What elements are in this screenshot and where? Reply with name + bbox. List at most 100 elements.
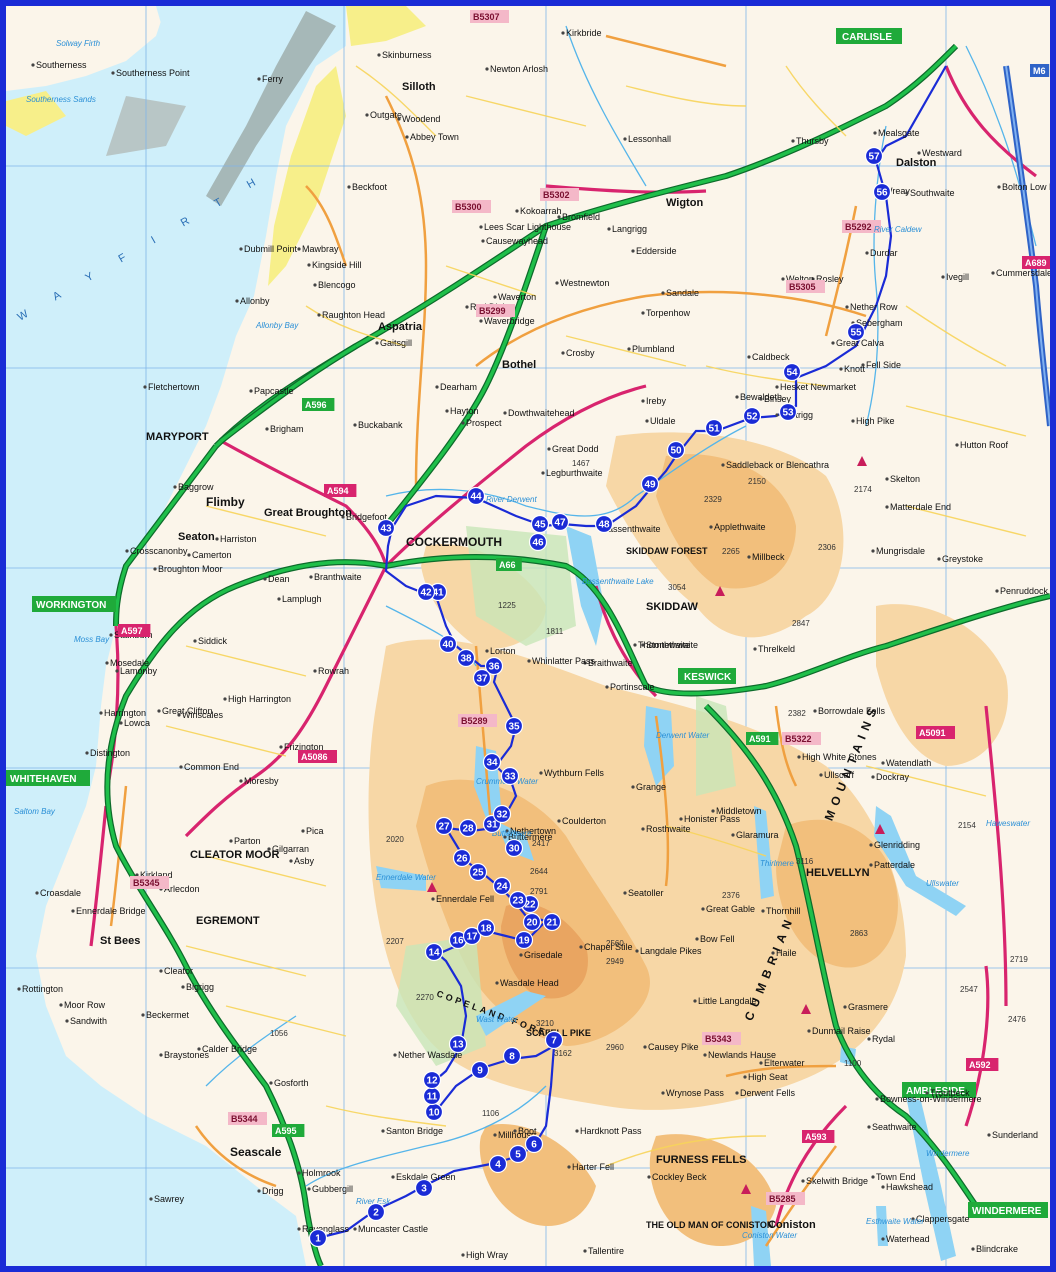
waypoint-marker[interactable]: 8 bbox=[502, 1046, 522, 1066]
furness-fells-label: FURNESS FELLS bbox=[656, 1154, 746, 1166]
town-label-carlisle[interactable]: CARLISLE bbox=[836, 28, 902, 44]
place-dot bbox=[871, 1175, 875, 1179]
place-dot bbox=[647, 1175, 651, 1179]
waypoint-marker[interactable]: 14 bbox=[424, 942, 444, 962]
place-dot bbox=[31, 63, 35, 67]
waypoint-marker[interactable]: 47 bbox=[550, 512, 570, 532]
waypoint-number: 23 bbox=[512, 896, 524, 907]
waypoint-marker[interactable]: 38 bbox=[456, 648, 476, 668]
place-dot bbox=[119, 721, 123, 725]
waypoint-number: 18 bbox=[480, 924, 492, 935]
waypoint-marker[interactable]: 28 bbox=[458, 818, 478, 838]
place-label: Plumbland bbox=[632, 344, 675, 354]
lake-district-map[interactable]: W A Y F I R T H CUMBRIAN MOUNTAINS COPEL… bbox=[6, 6, 1050, 1266]
waypoint-marker[interactable]: 9 bbox=[470, 1060, 490, 1080]
place-dot bbox=[59, 1003, 63, 1007]
waypoint-marker[interactable]: 32 bbox=[492, 804, 512, 824]
waypoint-number: 52 bbox=[746, 412, 758, 423]
place-coniston: Coniston bbox=[768, 1219, 816, 1231]
map-frame[interactable]: W A Y F I R T H CUMBRIAN MOUNTAINS COPEL… bbox=[4, 4, 1052, 1268]
road-badge: A593 bbox=[802, 1130, 835, 1143]
waypoint-marker[interactable]: 5 bbox=[508, 1144, 528, 1164]
waypoint-marker[interactable]: 12 bbox=[422, 1070, 442, 1090]
waypoint-marker[interactable]: 19 bbox=[514, 930, 534, 950]
road-badge: A595 bbox=[272, 1124, 305, 1137]
waypoint-marker[interactable]: 49 bbox=[640, 474, 660, 494]
waypoint-marker[interactable]: 40 bbox=[438, 634, 458, 654]
waypoint-marker[interactable]: 3 bbox=[414, 1178, 434, 1198]
waypoint-marker[interactable]: 44 bbox=[466, 486, 486, 506]
place-label: Blencogo bbox=[318, 280, 356, 290]
place-dot bbox=[279, 745, 283, 749]
waypoint-marker[interactable]: 50 bbox=[666, 440, 686, 460]
waypoint-marker[interactable]: 24 bbox=[492, 876, 512, 896]
waypoint-marker[interactable]: 46 bbox=[528, 532, 548, 552]
waypoint-marker[interactable]: 6 bbox=[524, 1134, 544, 1154]
town-label-whitehaven[interactable]: WHITEHAVEN bbox=[6, 770, 90, 786]
place-label: Grisedale bbox=[524, 950, 563, 960]
place-seaton: Seaton bbox=[178, 531, 215, 543]
place-label: Broughton Moor bbox=[158, 564, 223, 574]
town-label-windermere[interactable]: WINDERMERE bbox=[968, 1202, 1048, 1218]
waypoint-marker[interactable]: 21 bbox=[542, 912, 562, 932]
waypoint-marker[interactable]: 54 bbox=[782, 362, 802, 382]
place-label: Great Dodd bbox=[552, 444, 599, 454]
waypoint-marker[interactable]: 2 bbox=[366, 1202, 386, 1222]
place-dot bbox=[701, 907, 705, 911]
waypoint-marker[interactable]: 1 bbox=[308, 1228, 328, 1248]
water-label: Allonby Bay bbox=[255, 321, 299, 330]
waypoint-marker[interactable]: 52 bbox=[742, 406, 762, 426]
waypoint-marker[interactable]: 57 bbox=[864, 146, 884, 166]
waypoint-marker[interactable]: 45 bbox=[530, 514, 550, 534]
place-label: Muncaster Castle bbox=[358, 1224, 428, 1234]
svg-text:A5091: A5091 bbox=[919, 728, 946, 738]
waypoint-marker[interactable]: 7 bbox=[544, 1030, 564, 1050]
waypoint-marker[interactable]: 4 bbox=[488, 1154, 508, 1174]
place-dot bbox=[105, 661, 109, 665]
waypoint-marker[interactable]: 42 bbox=[416, 582, 436, 602]
spot-height: 1106 bbox=[482, 1109, 500, 1118]
place-dot bbox=[579, 945, 583, 949]
waypoint-marker[interactable]: 27 bbox=[434, 816, 454, 836]
waypoint-marker[interactable]: 33 bbox=[500, 766, 520, 786]
waypoint-marker[interactable]: 13 bbox=[448, 1034, 468, 1054]
town-label-keswick[interactable]: KESWICK bbox=[678, 668, 736, 684]
waypoint-marker[interactable]: 25 bbox=[468, 862, 488, 882]
place-dot bbox=[141, 1013, 145, 1017]
place-label: Southerness Point bbox=[116, 68, 190, 78]
waypoint-number: 4 bbox=[495, 1160, 501, 1171]
place-dot bbox=[187, 553, 191, 557]
waypoint-marker[interactable]: 11 bbox=[422, 1086, 442, 1106]
waypoint-marker[interactable]: 26 bbox=[452, 848, 472, 868]
waypoint-marker[interactable]: 37 bbox=[472, 668, 492, 688]
waypoint-marker[interactable]: 53 bbox=[778, 402, 798, 422]
place-label: Dunmail Raise bbox=[812, 1026, 871, 1036]
town-label-workington[interactable]: WORKINGTON bbox=[32, 596, 116, 612]
waypoint-marker[interactable]: 20 bbox=[522, 912, 542, 932]
waypoint-marker[interactable]: 51 bbox=[704, 418, 724, 438]
waypoint-marker[interactable]: 23 bbox=[508, 890, 528, 910]
waypoint-marker[interactable]: 55 bbox=[846, 322, 866, 342]
place-dot bbox=[865, 251, 869, 255]
waypoint-number: 42 bbox=[420, 588, 432, 599]
waypoint-marker[interactable]: 10 bbox=[424, 1102, 444, 1122]
waypoint-number: 40 bbox=[442, 640, 454, 651]
place-dot bbox=[239, 779, 243, 783]
place-label: Parton bbox=[234, 836, 261, 846]
waypoint-marker[interactable]: 56 bbox=[872, 182, 892, 202]
waypoint-number: 25 bbox=[472, 868, 484, 879]
place-seascale: Seascale bbox=[230, 1145, 282, 1159]
waypoint-marker[interactable]: 30 bbox=[504, 838, 524, 858]
place-label: Moresby bbox=[244, 776, 279, 786]
waypoint-marker[interactable]: 34 bbox=[482, 752, 502, 772]
place-dot bbox=[871, 549, 875, 553]
waypoint-marker[interactable]: 35 bbox=[504, 716, 524, 736]
waypoint-marker[interactable]: 18 bbox=[476, 918, 496, 938]
place-label: Fletchertown bbox=[148, 382, 200, 392]
place-dot bbox=[109, 633, 113, 637]
place-label: Dockray bbox=[876, 772, 910, 782]
waypoint-number: 19 bbox=[518, 936, 530, 947]
place-dot bbox=[761, 909, 765, 913]
waypoint-marker[interactable]: 43 bbox=[376, 518, 396, 538]
waypoint-marker[interactable]: 48 bbox=[594, 514, 614, 534]
